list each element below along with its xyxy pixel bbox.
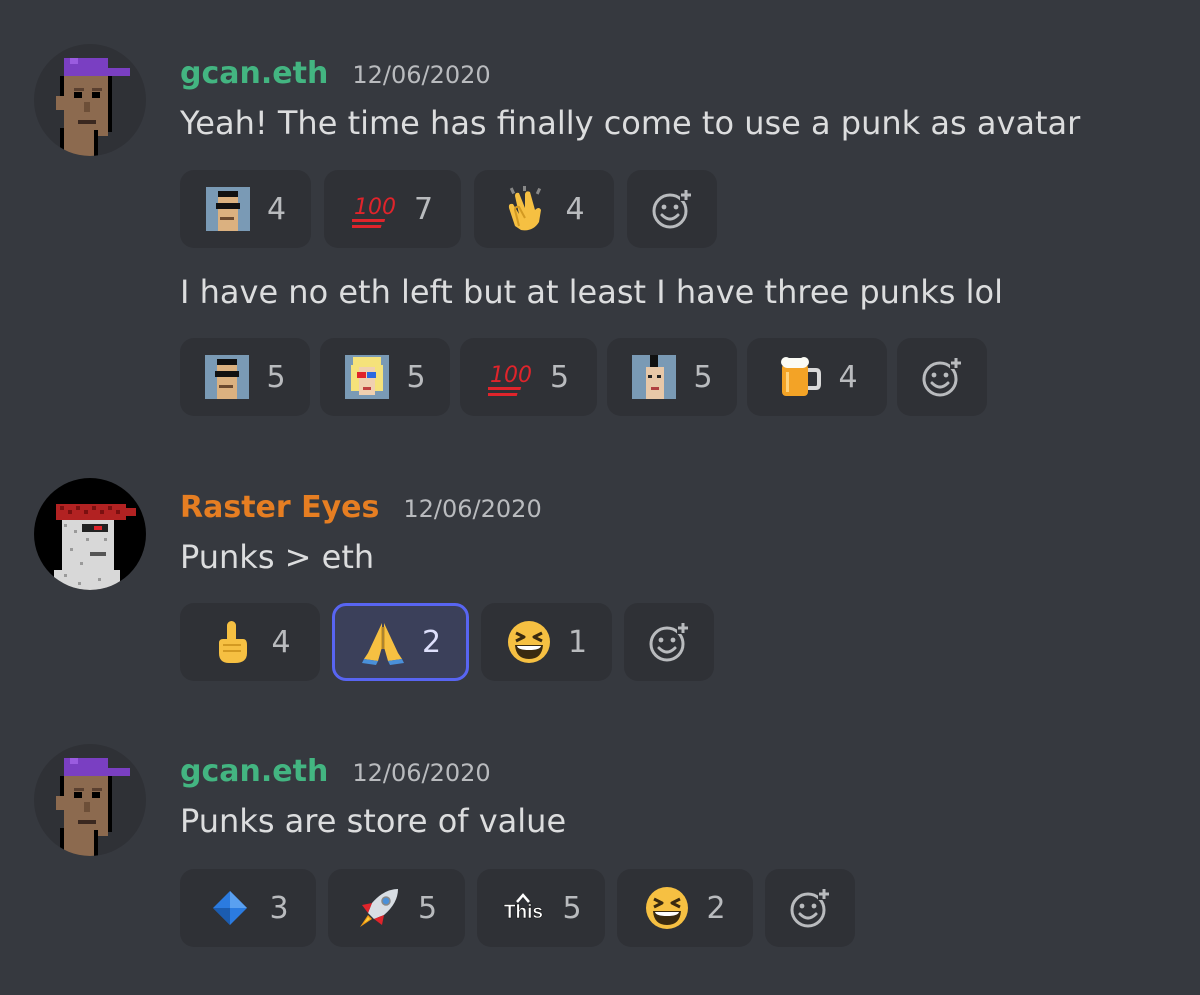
reaction-rocket[interactable]: 5 xyxy=(328,869,465,947)
rocket-icon xyxy=(356,885,402,931)
punk-avatar-bandana-icon xyxy=(34,478,146,590)
reaction-punk-mohawk[interactable]: 5 xyxy=(607,338,737,416)
hundred-points-icon: 100 xyxy=(351,186,398,232)
grinning-squinting-face-icon xyxy=(506,619,552,665)
reaction-count: 3 xyxy=(269,890,289,926)
timestamp: 12/06/2020 xyxy=(352,61,491,89)
add-reaction-button[interactable] xyxy=(765,869,855,947)
folded-hands-icon xyxy=(360,619,406,665)
grinning-squinting-face-icon xyxy=(644,885,690,931)
reaction-bar: 4 100 7 4 xyxy=(180,170,717,248)
punk-blonde-3d-glasses-icon xyxy=(344,354,390,400)
avatar[interactable] xyxy=(34,44,146,156)
index-pointing-up-icon xyxy=(209,619,255,665)
username[interactable]: gcan.eth xyxy=(180,56,328,91)
message-header: Raster Eyes 12/06/2020 xyxy=(180,490,542,530)
add-reaction-button[interactable] xyxy=(624,603,714,681)
reaction-count: 2 xyxy=(706,890,726,926)
punk-mohawk-icon xyxy=(631,354,677,400)
punk-avatar-purple-cap-icon xyxy=(34,44,146,156)
add-reaction-icon xyxy=(649,186,695,232)
reaction-folded-hands[interactable]: 2 xyxy=(332,603,469,681)
reaction-clapping-hands[interactable]: 4 xyxy=(474,170,614,248)
username[interactable]: gcan.eth xyxy=(180,754,328,789)
reaction-count: 5 xyxy=(549,359,570,395)
punk-avatar-purple-cap-icon xyxy=(34,744,146,856)
add-reaction-icon xyxy=(646,619,692,665)
svg-text:100: 100 xyxy=(490,363,532,388)
reaction-count: 5 xyxy=(406,359,426,395)
reaction-count: 5 xyxy=(562,890,582,926)
avatar[interactable] xyxy=(34,744,146,856)
message-text: I have no eth left but at least I have t… xyxy=(180,273,1003,311)
reaction-count: 4 xyxy=(271,624,291,660)
reaction-beer-mug[interactable]: 4 xyxy=(747,338,887,416)
reaction-count: 4 xyxy=(266,191,287,227)
avatar[interactable] xyxy=(34,478,146,590)
beer-mug-icon xyxy=(776,354,822,400)
reaction-blue-diamond[interactable]: 3 xyxy=(180,869,316,947)
reaction-index-pointing-up[interactable]: 4 xyxy=(180,603,320,681)
reaction-count: 4 xyxy=(565,191,585,227)
message-header: gcan.eth 12/06/2020 xyxy=(180,754,491,794)
hundred-points-icon: 100 xyxy=(487,354,534,400)
add-reaction-button[interactable] xyxy=(897,338,987,416)
add-reaction-icon xyxy=(919,354,965,400)
reaction-punk-sunglasses[interactable]: 4 xyxy=(180,170,311,248)
clapping-hands-icon xyxy=(503,186,549,232)
timestamp: 12/06/2020 xyxy=(403,495,542,523)
message-header: gcan.eth 12/06/2020 xyxy=(180,56,491,96)
add-reaction-button[interactable] xyxy=(627,170,717,248)
reaction-count: 5 xyxy=(693,359,713,395)
reaction-hundred-points[interactable]: 100 7 xyxy=(324,170,461,248)
reaction-this[interactable]: This 5 xyxy=(477,869,605,947)
reaction-count: 1 xyxy=(567,624,588,660)
punk-sunglasses-icon xyxy=(205,186,251,232)
reaction-punk-sunglasses[interactable]: 5 xyxy=(180,338,310,416)
reaction-count: 2 xyxy=(421,624,442,660)
timestamp: 12/06/2020 xyxy=(352,759,491,787)
reaction-count: 4 xyxy=(838,359,858,395)
reaction-count: 7 xyxy=(413,191,434,227)
reaction-grinning-squinting[interactable]: 1 xyxy=(481,603,612,681)
reaction-bar: 4 2 1 xyxy=(180,603,714,681)
reaction-hundred-points[interactable]: 100 5 xyxy=(460,338,597,416)
punk-sunglasses-icon xyxy=(204,354,250,400)
reaction-count: 5 xyxy=(266,359,286,395)
username[interactable]: Raster Eyes xyxy=(180,490,379,525)
message-text: Yeah! The time has finally come to use a… xyxy=(180,104,1081,142)
svg-text:100: 100 xyxy=(354,195,396,220)
blue-diamond-icon xyxy=(207,885,253,931)
reaction-count: 5 xyxy=(417,890,438,926)
reaction-punk-blonde[interactable]: 5 xyxy=(320,338,450,416)
message-text: Punks are store of value xyxy=(180,802,567,840)
reaction-grinning-squinting[interactable]: 2 xyxy=(617,869,753,947)
reaction-bar: 5 5 100 5 5 4 xyxy=(180,338,987,416)
add-reaction-icon xyxy=(787,885,833,931)
message-text: Punks > eth xyxy=(180,538,375,576)
reaction-bar: 3 5 This 5 2 xyxy=(180,869,855,947)
this-arrow-icon: This xyxy=(500,885,546,931)
this-emoji-text: This xyxy=(503,902,544,923)
